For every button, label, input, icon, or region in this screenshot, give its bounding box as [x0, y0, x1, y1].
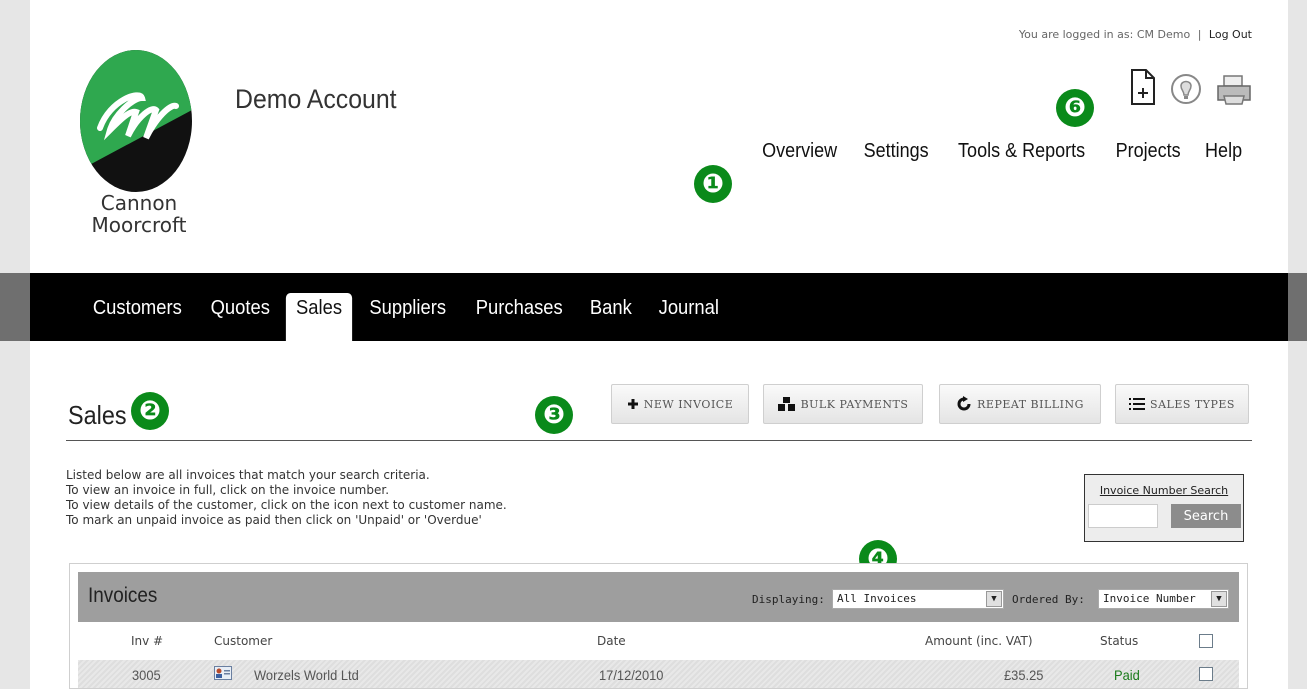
top-nav-help[interactable]: Help: [1205, 140, 1242, 163]
displaying-select[interactable]: All Invoices ▼: [832, 589, 1004, 609]
module-tab-quotes[interactable]: Quotes: [200, 293, 280, 341]
column-header-inv: Inv #: [131, 634, 164, 648]
column-header-customer: Customer: [214, 634, 273, 648]
logo-line-2: Moorcroft: [91, 213, 187, 237]
nav-bar-edge-right: [1288, 273, 1307, 341]
invoice-amount: £35.25: [1004, 667, 1044, 683]
customer-card-icon[interactable]: [214, 666, 232, 680]
invoice-number-search-label[interactable]: Invoice Number Search: [1085, 484, 1243, 497]
tool-icons: [1130, 68, 1252, 106]
module-tab-journal[interactable]: Journal: [648, 293, 729, 341]
login-user: CM Demo: [1136, 28, 1191, 41]
login-prefix: You are logged in as:: [1018, 28, 1134, 41]
module-nav-bar: Customers Quotes Sales Suppliers Purchas…: [0, 273, 1307, 341]
page-title: Sales: [68, 400, 127, 430]
invoice-number-search-box: Invoice Number Search Search: [1084, 474, 1244, 542]
ordered-by-select[interactable]: Invoice Number ▼: [1098, 589, 1229, 609]
description-line-1: Listed below are all invoices that match…: [66, 468, 430, 482]
sales-types-button[interactable]: SALES TYPES: [1115, 384, 1249, 424]
module-tab-purchases[interactable]: Purchases: [465, 293, 572, 341]
cannon-moorcroft-logo-icon: [80, 50, 192, 192]
top-nav-projects[interactable]: Projects: [1115, 140, 1180, 163]
list-icon: [1129, 398, 1146, 410]
logout-link[interactable]: Log Out: [1209, 28, 1252, 41]
new-invoice-button[interactable]: NEW INVOICE: [611, 384, 749, 424]
chevron-down-icon: ▼: [1211, 591, 1227, 607]
sales-types-label: SALES TYPES: [1150, 397, 1235, 411]
logo-wordmark: Cannon Moorcroft: [74, 192, 204, 236]
invoice-number-input[interactable]: [1088, 504, 1158, 528]
invoices-panel: Invoices Displaying: All Invoices ▼ Orde…: [69, 563, 1248, 689]
invoice-number-link[interactable]: 3005: [132, 667, 161, 683]
description-line-4: To mark an unpaid invoice as paid then c…: [66, 513, 482, 527]
column-header-amount: Amount (inc. VAT): [925, 634, 1033, 648]
callout-badge-2: ❷: [131, 392, 169, 430]
column-header-date: Date: [597, 634, 626, 648]
module-tab-sales[interactable]: Sales: [286, 293, 353, 341]
account-name: Demo Account: [235, 84, 397, 114]
module-tab-suppliers[interactable]: Suppliers: [359, 293, 456, 341]
login-status: You are logged in as: CM Demo | Log Out: [1019, 28, 1252, 41]
repeat-billing-label: REPEAT BILLING: [977, 397, 1084, 411]
top-nav-overview[interactable]: Overview: [762, 140, 837, 163]
invoice-search-button[interactable]: Search: [1171, 504, 1241, 528]
row-select-checkbox[interactable]: [1199, 667, 1213, 681]
stacked-boxes-icon: [777, 397, 795, 411]
repeat-icon: [957, 396, 971, 411]
module-tab-bank[interactable]: Bank: [580, 293, 642, 341]
description-line-2: To view an invoice in full, click on the…: [66, 483, 390, 497]
status-badge[interactable]: Paid: [1114, 667, 1140, 683]
select-all-checkbox[interactable]: [1199, 634, 1213, 648]
printer-icon[interactable]: [1216, 74, 1252, 106]
ordered-by-label: Ordered By:: [1012, 593, 1085, 606]
table-row: 3005 Worzels World Ltd 17/12/2010 £35.25…: [78, 660, 1239, 688]
repeat-billing-button[interactable]: REPEAT BILLING: [939, 384, 1101, 424]
displaying-value: All Invoices: [837, 592, 917, 605]
callout-badge-3: ❸: [535, 396, 573, 434]
module-nav-items: Customers Quotes Sales Suppliers Purchas…: [78, 293, 732, 341]
column-header-status: Status: [1100, 634, 1139, 648]
module-tab-customers[interactable]: Customers: [83, 293, 192, 341]
nav-bar-edge-left: [0, 273, 30, 341]
logo-line-1: Cannon: [100, 191, 178, 215]
title-divider: [66, 440, 1252, 441]
plus-icon: [627, 399, 638, 409]
chevron-down-icon: ▼: [986, 591, 1002, 607]
new-document-icon[interactable]: [1130, 68, 1156, 106]
description-line-3: To view details of the customer, click o…: [66, 498, 507, 512]
top-nav-tools-reports[interactable]: Tools & Reports: [958, 140, 1085, 163]
bulk-payments-label: BULK PAYMENTS: [800, 397, 909, 411]
customer-name: Worzels World Ltd: [254, 667, 359, 683]
ordered-by-value: Invoice Number: [1103, 592, 1196, 605]
displaying-label: Displaying:: [752, 593, 825, 606]
callout-badge-1: ❶: [694, 165, 732, 203]
login-separator: |: [1197, 28, 1202, 41]
callout-badge-6: ❻: [1056, 89, 1094, 127]
page-description: Listed below are all invoices that match…: [66, 468, 507, 528]
invoices-panel-header: Invoices Displaying: All Invoices ▼ Orde…: [78, 572, 1239, 622]
lightbulb-icon[interactable]: [1170, 72, 1202, 106]
page: You are logged in as: CM Demo | Log Out …: [0, 0, 1307, 689]
invoice-date: 17/12/2010: [599, 667, 664, 683]
bulk-payments-button[interactable]: BULK PAYMENTS: [763, 384, 923, 424]
top-nav-settings[interactable]: Settings: [864, 140, 929, 163]
top-nav: Overview Settings Tools & Reports Projec…: [758, 140, 1244, 163]
new-invoice-label: NEW INVOICE: [643, 397, 734, 411]
invoices-title: Invoices: [88, 584, 158, 607]
